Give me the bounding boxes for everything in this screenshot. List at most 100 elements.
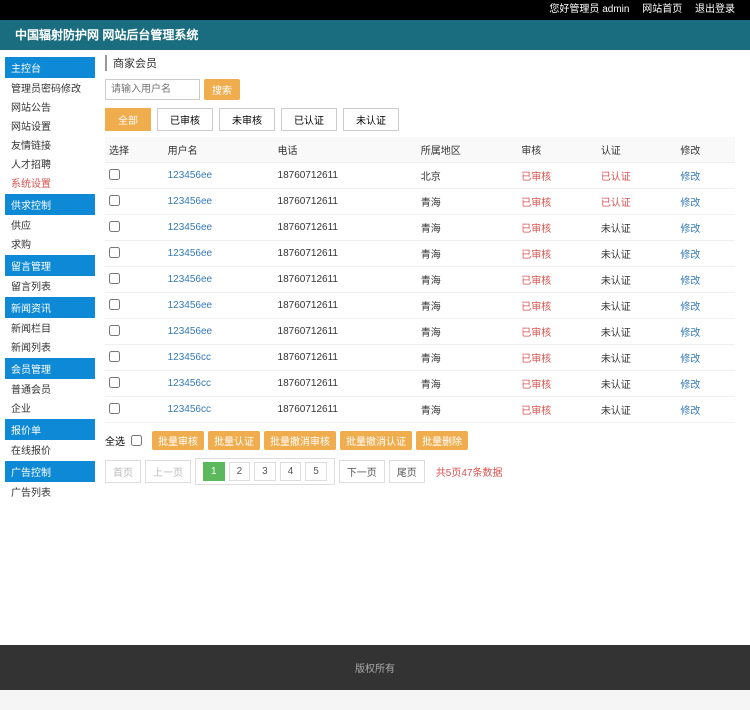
sidebar-item[interactable]: 网站公告 — [5, 97, 95, 116]
page-next[interactable]: 下一页 — [339, 460, 385, 483]
user-link[interactable]: 123456cc — [168, 404, 211, 415]
cert-cell: 已认证 — [601, 172, 631, 183]
user-link[interactable]: 123456ee — [168, 300, 213, 311]
pagination: 首页 上一页 12345 下一页 尾页 共5页47条数据 — [105, 458, 735, 485]
filter-button[interactable]: 已认证 — [281, 108, 337, 131]
sidebar-item[interactable]: 友情链接 — [5, 135, 95, 154]
row-checkbox[interactable] — [109, 273, 120, 284]
table-row: 123456ee18760712611青海已审核未认证修改 — [105, 319, 735, 345]
edit-link[interactable]: 修改 — [680, 354, 700, 365]
sidebar-item[interactable]: 普通会员 — [5, 379, 95, 398]
row-checkbox[interactable] — [109, 403, 120, 414]
search-input[interactable] — [105, 79, 200, 100]
sidebar-head[interactable]: 会员管理 — [5, 358, 95, 379]
edit-link[interactable]: 修改 — [680, 276, 700, 287]
cert-cell: 已认证 — [601, 198, 631, 209]
phone-cell: 18760712611 — [274, 163, 417, 189]
sidebar-item[interactable]: 管理员密码修改 — [5, 78, 95, 97]
page-number[interactable]: 3 — [254, 462, 276, 481]
audit-cell: 已审核 — [521, 198, 551, 209]
sidebar-head[interactable]: 供求控制 — [5, 194, 95, 215]
user-link[interactable]: 123456ee — [168, 274, 213, 285]
col-phone: 电话 — [274, 137, 417, 163]
edit-link[interactable]: 修改 — [680, 172, 700, 183]
edit-link[interactable]: 修改 — [680, 328, 700, 339]
logout-link[interactable]: 退出登录 — [695, 4, 735, 15]
row-checkbox[interactable] — [109, 247, 120, 258]
batch-button[interactable]: 批量审核 — [152, 431, 204, 450]
sidebar-head[interactable]: 新闻资讯 — [5, 297, 95, 318]
area-cell: 青海 — [417, 215, 517, 241]
table-row: 123456ee 18760712611北京已审核 已认证 修改 — [105, 163, 735, 189]
edit-link[interactable]: 修改 — [680, 224, 700, 235]
home-link[interactable]: 网站首页 — [642, 4, 682, 15]
page-first[interactable]: 首页 — [105, 460, 141, 483]
filter-button[interactable]: 未审核 — [219, 108, 275, 131]
audit-cell: 已审核 — [521, 380, 551, 391]
filter-button[interactable]: 未认证 — [343, 108, 399, 131]
page-number[interactable]: 2 — [229, 462, 251, 481]
select-all-label: 全选 — [105, 433, 125, 448]
sidebar-item[interactable]: 新闻列表 — [5, 337, 95, 356]
user-link[interactable]: 123456cc — [168, 352, 211, 363]
header: 中国辐射防护网 网站后台管理系统 — [0, 20, 750, 50]
batch-button[interactable]: 批量撤消认证 — [340, 431, 412, 450]
filter-button[interactable]: 全部 — [105, 108, 151, 131]
page-last[interactable]: 尾页 — [389, 460, 425, 483]
edit-link[interactable]: 修改 — [680, 198, 700, 209]
sidebar-item[interactable]: 人才招聘 — [5, 154, 95, 173]
edit-link[interactable]: 修改 — [680, 250, 700, 261]
search-button[interactable]: 搜索 — [204, 79, 240, 100]
audit-cell: 已审核 — [521, 172, 551, 183]
sidebar-item[interactable]: 供应 — [5, 215, 95, 234]
filter-button[interactable]: 已审核 — [157, 108, 213, 131]
row-checkbox[interactable] — [109, 299, 120, 310]
audit-cell: 已审核 — [521, 302, 551, 313]
user-link[interactable]: 123456ee — [168, 196, 213, 207]
search-row: 搜索 — [105, 79, 735, 100]
cert-cell: 未认证 — [601, 380, 631, 391]
sidebar-item[interactable]: 新闻栏目 — [5, 318, 95, 337]
sidebar-head[interactable]: 留言管理 — [5, 255, 95, 276]
batch-button[interactable]: 批量删除 — [416, 431, 468, 450]
row-checkbox[interactable] — [109, 351, 120, 362]
page-number[interactable]: 5 — [305, 462, 327, 481]
user-link[interactable]: 123456ee — [168, 248, 213, 259]
select-all-checkbox[interactable] — [131, 435, 142, 446]
user-link[interactable]: 123456cc — [168, 378, 211, 389]
sidebar-item[interactable]: 求购 — [5, 234, 95, 253]
user-link[interactable]: 123456ee — [168, 326, 213, 337]
sidebar-item[interactable]: 在线报价 — [5, 440, 95, 459]
sidebar-head[interactable]: 报价单 — [5, 419, 95, 440]
phone-cell: 18760712611 — [274, 371, 417, 397]
sidebar-item[interactable]: 留言列表 — [5, 276, 95, 295]
edit-link[interactable]: 修改 — [680, 302, 700, 313]
sidebar-item[interactable]: 网站设置 — [5, 116, 95, 135]
row-checkbox[interactable] — [109, 169, 120, 180]
cert-cell: 未认证 — [601, 328, 631, 339]
sidebar-item[interactable]: 广告列表 — [5, 482, 95, 501]
page-prev[interactable]: 上一页 — [145, 460, 191, 483]
sidebar-head[interactable]: 广告控制 — [5, 461, 95, 482]
sidebar-item[interactable]: 系统设置 — [5, 173, 95, 192]
area-cell: 青海 — [417, 371, 517, 397]
edit-link[interactable]: 修改 — [680, 380, 700, 391]
phone-cell: 18760712611 — [274, 397, 417, 423]
area-cell: 北京 — [417, 163, 517, 189]
table-row: 123456ee18760712611青海已审核未认证修改 — [105, 267, 735, 293]
batch-button[interactable]: 批量撤消审核 — [264, 431, 336, 450]
phone-cell: 18760712611 — [274, 241, 417, 267]
edit-link[interactable]: 修改 — [680, 406, 700, 417]
batch-button[interactable]: 批量认证 — [208, 431, 260, 450]
user-link[interactable]: 123456ee — [168, 222, 213, 233]
row-checkbox[interactable] — [109, 377, 120, 388]
row-checkbox[interactable] — [109, 195, 120, 206]
page-number[interactable]: 4 — [280, 462, 302, 481]
sidebar-item[interactable]: 企业 — [5, 398, 95, 417]
page-number[interactable]: 1 — [203, 462, 225, 481]
row-checkbox[interactable] — [109, 221, 120, 232]
user-link[interactable]: 123456ee — [168, 170, 213, 181]
row-checkbox[interactable] — [109, 325, 120, 336]
sidebar-head[interactable]: 主控台 — [5, 57, 95, 78]
area-cell: 青海 — [417, 293, 517, 319]
